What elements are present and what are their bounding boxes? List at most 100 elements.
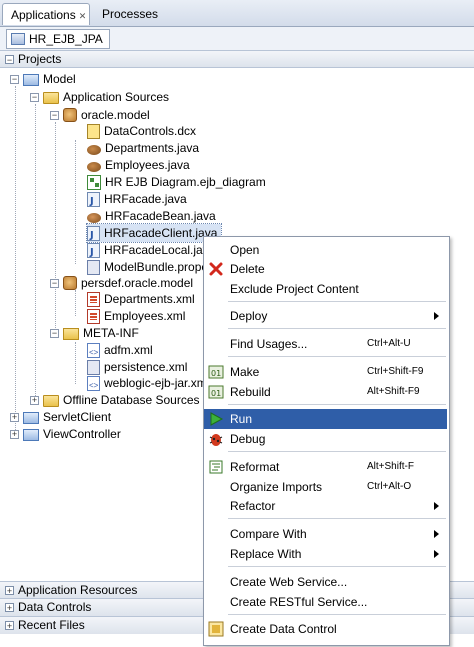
run-icon	[210, 412, 224, 426]
tree-node-label: ServletClient	[43, 410, 112, 424]
tree-node-label: Model	[43, 72, 76, 86]
menu-item-label: Create Web Service...	[230, 575, 348, 589]
expand-icon[interactable]: +	[5, 621, 14, 631]
xml-file-icon	[87, 308, 100, 324]
menu-item-label: Refactor	[230, 499, 276, 513]
menu-item-reformat[interactable]: Reformat Alt+Shift-F	[204, 457, 447, 477]
tree-node-application-sources[interactable]: − Application Sources	[30, 88, 169, 106]
collapse-icon[interactable]: −	[5, 55, 14, 65]
tree-node-weblogic[interactable]: weblogic-ejb-jar.xml	[87, 374, 210, 395]
tree-node-adfm[interactable]: adfm.xml	[87, 341, 153, 362]
submenu-arrow-icon	[434, 312, 439, 320]
tree-node-label: Employees.java	[105, 158, 190, 172]
collapse-icon[interactable]: −	[50, 110, 59, 120]
tab-processes-label: Processes	[102, 7, 159, 21]
menu-item-label: Debug	[230, 432, 266, 446]
close-icon[interactable]: ✕	[79, 11, 87, 21]
collapse-icon[interactable]: −	[10, 74, 19, 84]
application-selector[interactable]: HR_EJB_JPA	[6, 29, 110, 49]
data-control-icon	[208, 621, 224, 637]
tree-node-label: Employees.xml	[104, 309, 186, 323]
collapse-icon[interactable]: −	[30, 92, 39, 102]
menu-item-run[interactable]: Run	[204, 409, 447, 429]
submenu-arrow-icon	[434, 530, 439, 538]
menu-item-debug[interactable]: Debug	[204, 429, 447, 449]
tree-node-departments-java[interactable]: Departments.java	[87, 139, 199, 157]
tree-node-label: Departments.xml	[104, 292, 195, 306]
expand-icon[interactable]: +	[10, 412, 19, 422]
properties-file-icon	[87, 259, 100, 275]
menu-separator	[228, 404, 446, 405]
tree-node-label: DataControls.dcx	[104, 124, 197, 138]
menu-item-rebuild[interactable]: 01 Rebuild Alt+Shift-F9	[204, 382, 447, 402]
tree-node-hrfacadeclient[interactable]: HRFacadeClient.java	[85, 223, 223, 245]
menu-item-label: Make	[230, 365, 260, 379]
session-bean-icon	[87, 212, 101, 223]
menu-item-compare-with[interactable]: Compare With	[204, 524, 447, 544]
collapse-icon[interactable]: −	[50, 278, 59, 288]
tree-node-hr-ejb-diagram[interactable]: HR EJB Diagram.ejb_diagram	[87, 173, 266, 191]
menu-separator	[228, 328, 446, 329]
expand-icon[interactable]: +	[5, 586, 14, 596]
tree-node-departments-xml[interactable]: Departments.xml	[87, 290, 195, 308]
tree-node-employees-java[interactable]: Employees.java	[87, 156, 190, 174]
menu-item-create-restful-service[interactable]: Create RESTful Service...	[204, 592, 447, 612]
menu-item-replace-with[interactable]: Replace With	[204, 544, 447, 564]
tree-node-servletclient[interactable]: + ServletClient	[10, 408, 111, 426]
diagram-icon	[87, 174, 101, 190]
tree-node-label: HR EJB Diagram.ejb_diagram	[105, 175, 266, 189]
tree-node-hrfacadebean[interactable]: HRFacadeBean.java	[87, 207, 216, 225]
menu-item-delete[interactable]: Delete	[204, 259, 447, 279]
menu-item-find-usages[interactable]: Find Usages... Ctrl+Alt-U	[204, 334, 447, 354]
projects-header-label: Projects	[18, 52, 62, 66]
menu-item-label: Run	[230, 412, 253, 426]
accordion-label: Recent Files	[18, 618, 85, 632]
tab-processes[interactable]: Processes	[94, 3, 168, 25]
menu-item-label: Delete	[230, 262, 265, 276]
xml-file-icon	[87, 375, 100, 395]
expand-icon[interactable]: +	[10, 429, 19, 439]
tree-node-model[interactable]: − Model	[10, 70, 76, 88]
menu-item-make[interactable]: 01 Make Ctrl+Shift-F9	[204, 362, 447, 382]
menu-item-label: Replace With	[230, 547, 302, 561]
tree-node-offline-db[interactable]: + Offline Database Sources	[30, 391, 200, 409]
expand-icon[interactable]: +	[30, 395, 39, 405]
menu-item-label: Exclude Project Content	[230, 282, 359, 296]
menu-item-open[interactable]: Open	[204, 240, 447, 260]
tab-applications-label: Applications	[11, 8, 76, 22]
menu-item-shortcut: Ctrl+Alt-U	[367, 338, 411, 349]
context-menu: Open Delete Exclude Project Content Depl…	[203, 236, 450, 646]
menu-item-label: Find Usages...	[230, 337, 308, 351]
menu-item-shortcut: Ctrl+Alt-O	[367, 481, 412, 492]
menu-item-organize-imports[interactable]: Organize Imports Ctrl+Alt-O	[204, 477, 447, 497]
tree-node-viewcontroller[interactable]: + ViewController	[10, 425, 121, 443]
tree-node-label: weblogic-ejb-jar.xml	[104, 376, 210, 390]
reformat-icon	[209, 460, 223, 474]
tree-node-label: META-INF	[83, 326, 139, 340]
menu-item-create-web-service[interactable]: Create Web Service...	[204, 572, 447, 592]
tab-applications[interactable]: Applications ✕	[2, 3, 90, 25]
package-icon	[63, 108, 77, 122]
tree-node-hrfacadelocal[interactable]: HRFacadeLocal.java	[87, 241, 215, 262]
project-folder-icon	[23, 74, 39, 86]
menu-item-exclude[interactable]: Exclude Project Content	[204, 279, 447, 299]
application-name: HR_EJB_JPA	[29, 32, 103, 46]
tree-node-label: Offline Database Sources	[63, 393, 200, 407]
menu-item-shortcut: Alt+Shift-F	[367, 461, 414, 472]
java-file-icon	[87, 242, 100, 262]
projects-panel-header[interactable]: − Projects	[0, 51, 474, 68]
expand-icon[interactable]: +	[5, 603, 14, 613]
make-icon: 01	[208, 365, 224, 379]
tree-node-employees-xml[interactable]: Employees.xml	[87, 307, 185, 325]
tree-node-datacontrols[interactable]: DataControls.dcx	[87, 122, 196, 140]
data-controls-file-icon	[87, 123, 100, 139]
menu-item-create-data-control[interactable]: Create Data Control	[204, 619, 447, 639]
menu-item-refactor[interactable]: Refactor	[204, 496, 447, 516]
collapse-icon[interactable]: −	[50, 328, 59, 338]
bug-icon	[209, 434, 223, 446]
folder-icon	[63, 328, 79, 340]
menu-item-deploy[interactable]: Deploy	[204, 306, 447, 326]
tree-node-meta-inf[interactable]: − META-INF	[50, 324, 139, 342]
tree-node-hrfacade[interactable]: HRFacade.java	[87, 190, 187, 211]
folder-icon	[43, 395, 59, 407]
